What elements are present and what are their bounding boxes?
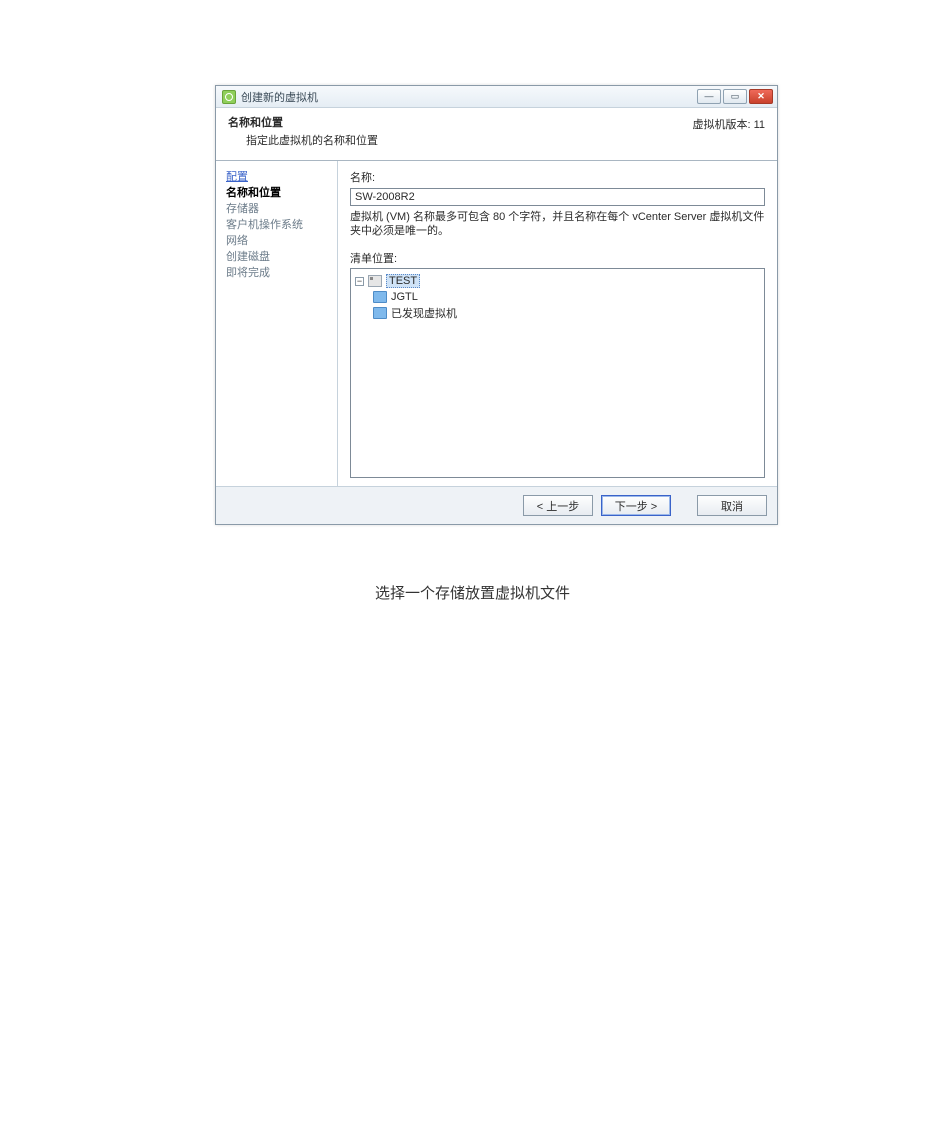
wizard-footer: < 上一步 下一步 > 取消 bbox=[216, 486, 777, 524]
wizard-content: 名称: 虚拟机 (VM) 名称最多可包含 80 个字符，并且名称在每个 vCen… bbox=[338, 161, 777, 486]
vm-name-input[interactable] bbox=[350, 188, 765, 206]
name-field-label: 名称: bbox=[350, 169, 765, 185]
create-vm-dialog: 创建新的虚拟机 — ▭ ✕ 名称和位置 指定此虚拟机的名称和位置 虚拟机版本: … bbox=[215, 85, 778, 525]
sidebar-item-create-disk: 创建磁盘 bbox=[226, 249, 329, 265]
minimize-button[interactable]: — bbox=[697, 89, 721, 104]
inventory-tree[interactable]: − TEST JGTL 已发现虚拟机 bbox=[350, 268, 765, 478]
wizard-step-subtitle: 指定此虚拟机的名称和位置 bbox=[228, 132, 378, 148]
window-title: 创建新的虚拟机 bbox=[241, 89, 697, 105]
titlebar[interactable]: 创建新的虚拟机 — ▭ ✕ bbox=[216, 86, 777, 108]
sidebar-item-configuration[interactable]: 配置 bbox=[226, 169, 329, 185]
close-button[interactable]: ✕ bbox=[749, 89, 773, 104]
name-hint-text: 虚拟机 (VM) 名称最多可包含 80 个字符，并且名称在每个 vCenter … bbox=[350, 210, 765, 238]
vm-version-label: 虚拟机版本: 11 bbox=[692, 114, 765, 132]
tree-row-child[interactable]: JGTL bbox=[355, 289, 760, 305]
datacenter-icon bbox=[368, 275, 382, 287]
inventory-location-label: 清单位置: bbox=[350, 250, 765, 266]
tree-node-discovered[interactable]: 已发现虚拟机 bbox=[391, 305, 457, 321]
back-button[interactable]: < 上一步 bbox=[523, 495, 593, 516]
tree-node-jgtl[interactable]: JGTL bbox=[391, 291, 418, 303]
folder-icon bbox=[373, 307, 387, 319]
tree-row-child[interactable]: 已发现虚拟机 bbox=[355, 305, 760, 321]
folder-icon bbox=[373, 291, 387, 303]
vm-app-icon bbox=[222, 90, 236, 104]
sidebar-item-storage: 存储器 bbox=[226, 201, 329, 217]
wizard-header: 名称和位置 指定此虚拟机的名称和位置 虚拟机版本: 11 bbox=[216, 108, 777, 161]
sidebar-item-network: 网络 bbox=[226, 233, 329, 249]
tree-node-test[interactable]: TEST bbox=[386, 274, 420, 288]
sidebar-item-ready: 即将完成 bbox=[226, 265, 329, 281]
sidebar-item-guest-os: 客户机操作系统 bbox=[226, 217, 329, 233]
cancel-button[interactable]: 取消 bbox=[697, 495, 767, 516]
tree-row-root[interactable]: − TEST bbox=[355, 273, 760, 289]
window-controls: — ▭ ✕ bbox=[697, 89, 773, 104]
sidebar-item-name-location: 名称和位置 bbox=[226, 185, 329, 201]
next-button[interactable]: 下一步 > bbox=[601, 495, 671, 516]
wizard-steps-sidebar: 配置 名称和位置 存储器 客户机操作系统 网络 创建磁盘 即将完成 bbox=[216, 161, 338, 486]
page-caption: 选择一个存储放置虚拟机文件 bbox=[0, 582, 945, 603]
maximize-button[interactable]: ▭ bbox=[723, 89, 747, 104]
wizard-step-title: 名称和位置 bbox=[228, 114, 378, 130]
tree-expander-icon[interactable]: − bbox=[355, 277, 364, 286]
